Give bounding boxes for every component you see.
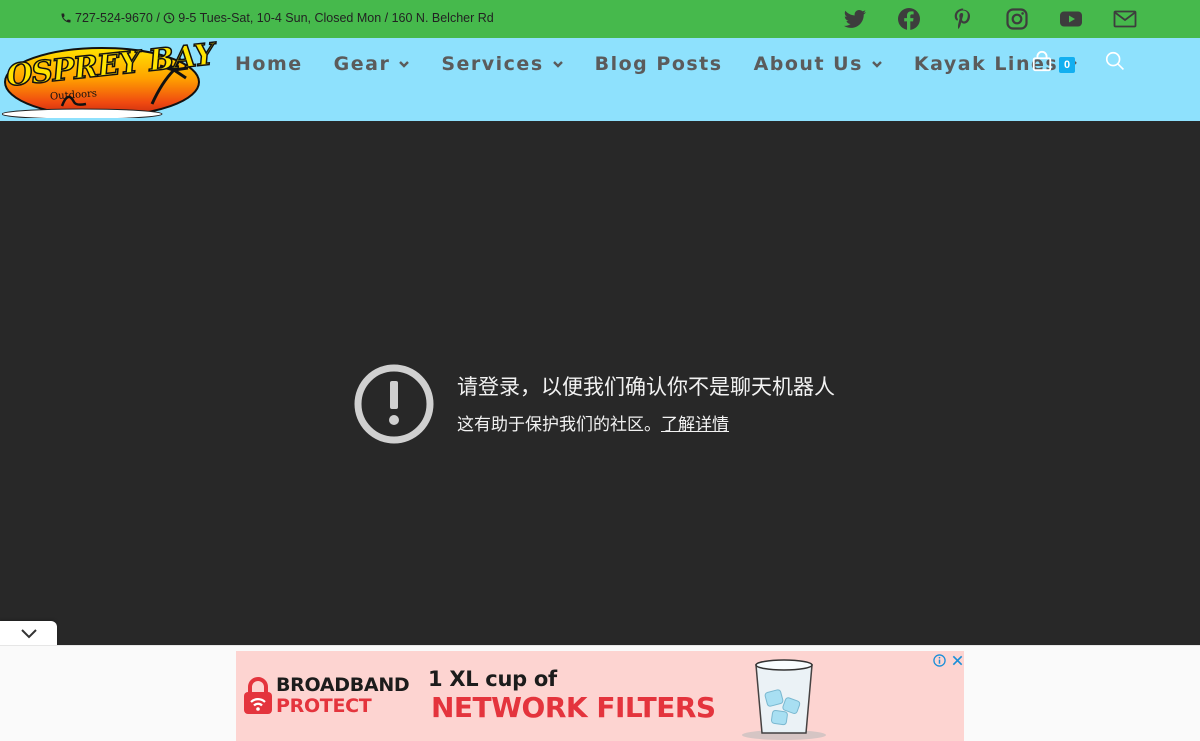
shopping-bag-icon [1032,50,1052,72]
nav-services[interactable]: Services [441,52,563,76]
nav-blog-posts-label: Blog Posts [594,53,723,75]
content-area: 请登录，以便我们确认你不是聊天机器人 这有助于保护我们的社区。了解详情 [0,121,1200,645]
facebook-icon [898,8,920,30]
youtube-icon [1060,11,1082,27]
ad-brand-line1: BROADBAND [276,674,410,696]
notice-subtitle: 这有助于保护我们的社区。了解详情 [457,410,835,435]
learn-more-link[interactable]: 了解详情 [661,415,729,435]
pinterest-icon [954,8,970,29]
youtube-link[interactable] [1056,7,1086,31]
login-notice: 请登录，以便我们确认你不是聊天机器人 这有助于保护我们的社区。了解详情 [353,363,835,445]
info-icon [932,653,946,667]
business-hours: 9-5 Tues-Sat, 10-4 Sun, Closed Mon [178,11,382,25]
ad-info-button[interactable] [932,653,946,667]
top-bar: 727-524-9670 / 9-5 Tues-Sat, 10-4 Sun, C… [0,0,1200,38]
separator: / [152,11,164,25]
notice-description: 这有助于保护我们的社区。 [457,415,661,435]
mail-link[interactable] [1110,7,1140,31]
chevron-down-icon [399,61,410,68]
twitter-link[interactable] [840,7,870,31]
ad-headline-line2: NETWORK FILTERS [431,691,716,724]
twitter-icon [844,10,866,28]
clock-icon [163,12,175,24]
close-icon [952,655,962,665]
search-icon [1105,51,1125,71]
site-header: OSPREY BAY Outdoors Home Gear Services B… [0,36,1200,121]
store-address: / 160 N. Belcher Rd [381,11,494,25]
nav-blog-posts[interactable]: Blog Posts [595,52,723,76]
ice-cup-image [742,659,826,740]
advertisement-banner[interactable]: BROADBAND PROTECT 1 XL cup of NETWORK FI… [236,651,964,741]
cart-count-badge: 0 [1059,57,1075,73]
nav-home-label: Home [235,53,303,75]
nav-gear-label: Gear [333,53,391,75]
nav-home[interactable]: Home [235,52,303,76]
ad-bar: BROADBAND PROTECT 1 XL cup of NETWORK FI… [0,645,1200,741]
chevron-down-icon [20,628,37,638]
hours-info: 9-5 Tues-Sat, 10-4 Sun, Closed Mon [163,11,381,25]
instagram-link[interactable] [1002,7,1032,31]
cart-button[interactable]: 0 [1031,50,1079,76]
chevron-down-icon [872,61,882,68]
notice-title: 请登录，以便我们确认你不是聊天机器人 [457,375,835,399]
nav-about-us-label: About Us [753,53,863,75]
ad-brand: BROADBAND PROTECT [276,674,410,717]
phone-info[interactable]: 727-524-9670 [60,11,153,25]
phone-number: 727-524-9670 [75,11,153,25]
alert-circle-icon [354,364,434,444]
ad-headline-line1: 1 XL cup of [428,667,557,691]
main-nav: Home Gear Services Blog Posts About Us K… [235,52,1078,76]
ad-brand-line2: PROTECT [276,695,372,717]
pinterest-link[interactable] [948,7,978,31]
nav-about-us[interactable]: About Us [754,52,883,76]
lock-wifi-icon [244,677,272,714]
nav-gear[interactable]: Gear [334,52,411,76]
contact-info: 727-524-9670 / 9-5 Tues-Sat, 10-4 Sun, C… [60,11,494,25]
ad-close-button[interactable] [950,653,964,667]
instagram-icon [1006,8,1028,30]
phone-icon [61,13,71,23]
facebook-link[interactable] [894,7,924,31]
site-logo[interactable]: OSPREY BAY Outdoors [1,36,217,120]
notice-text: 请登录，以便我们确认你不是聊天机器人 这有助于保护我们的社区。了解详情 [457,371,835,435]
search-button[interactable] [1104,50,1128,74]
mail-icon [1113,10,1137,28]
chevron-down-icon [552,61,563,68]
ad-controls [932,653,964,667]
nav-services-label: Services [441,53,544,75]
social-links [840,7,1140,31]
ad-collapse-button[interactable] [0,621,57,646]
